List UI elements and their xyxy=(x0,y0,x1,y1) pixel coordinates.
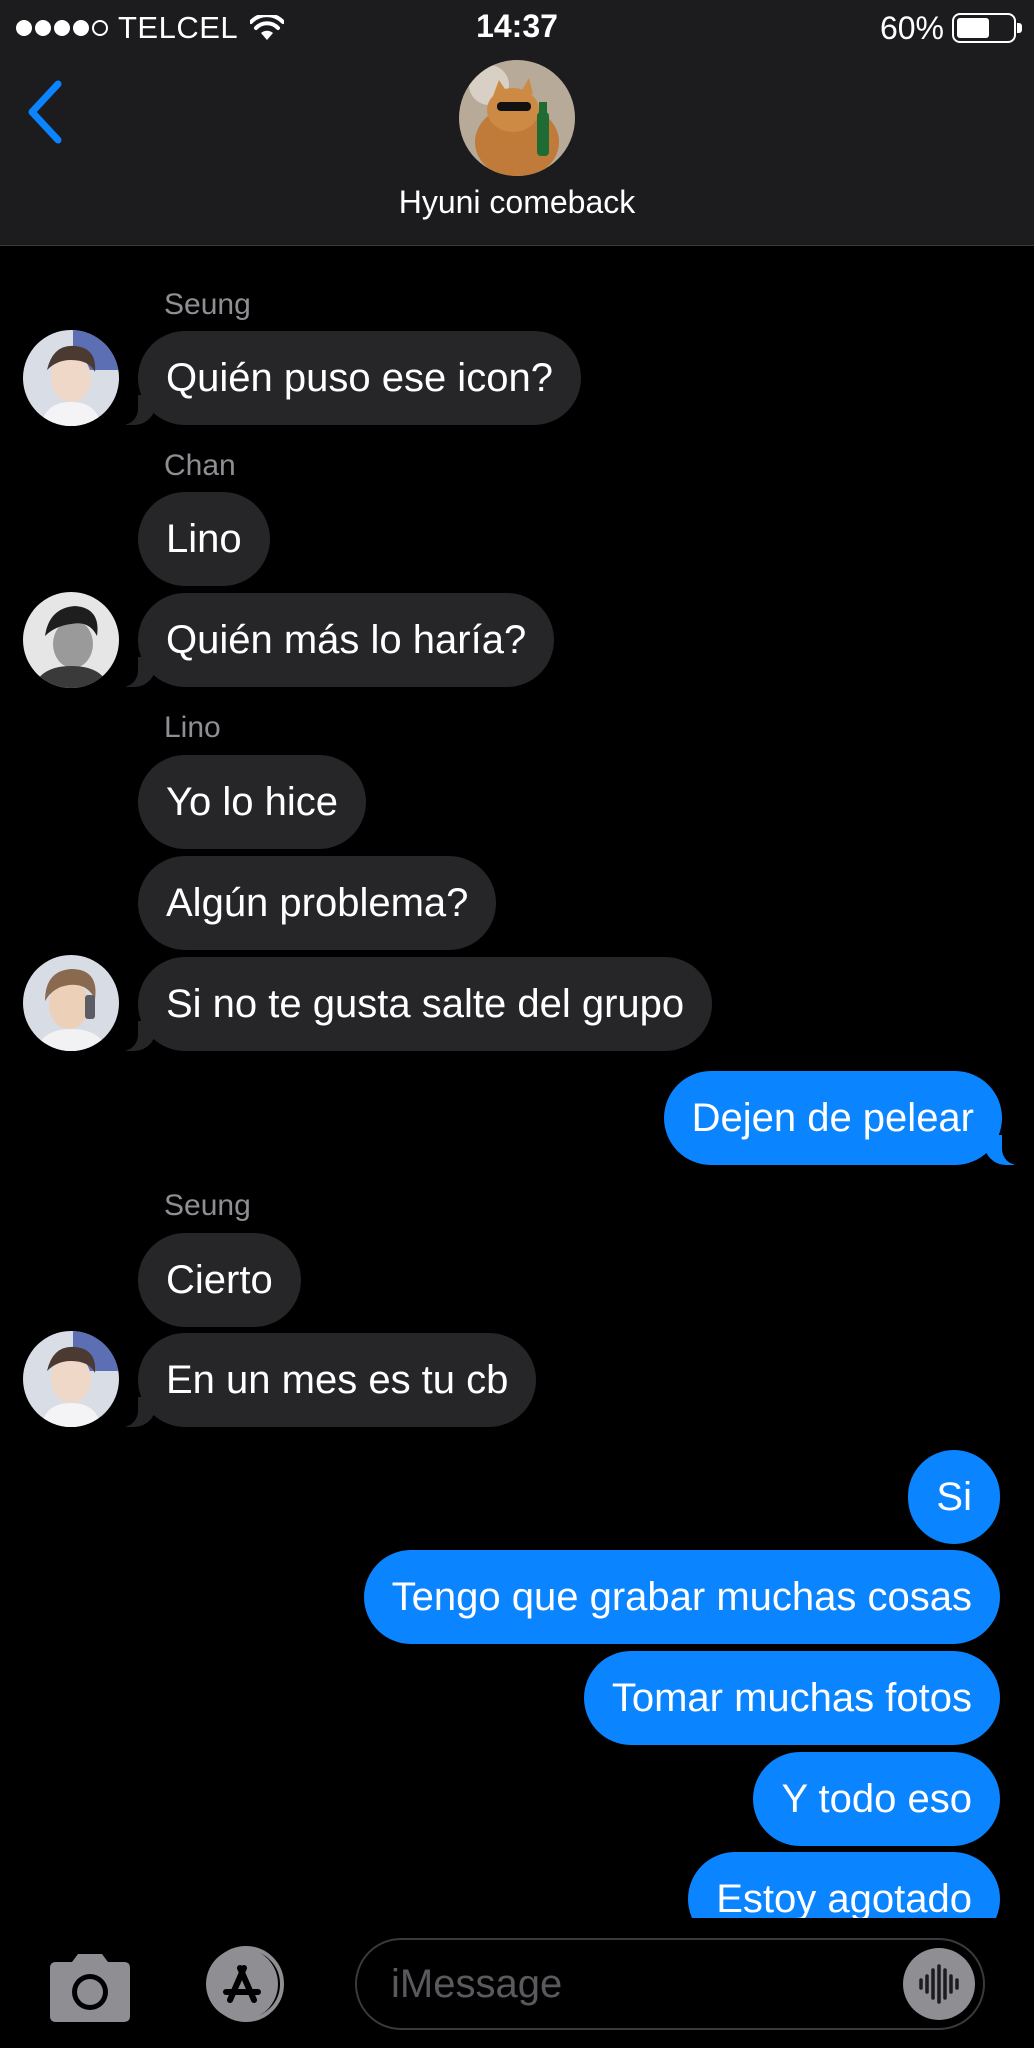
message-text: Tomar muchas fotos xyxy=(611,1676,972,1720)
avatar-lino[interactable] xyxy=(23,955,119,1051)
outgoing-message-bubble[interactable]: Si xyxy=(908,1450,1000,1544)
camera-icon xyxy=(50,1954,130,2022)
avatar-chan[interactable] xyxy=(23,592,119,688)
audio-waveform-icon xyxy=(919,1964,959,2004)
message-text: Quién más lo haría? xyxy=(166,618,527,662)
app-store-icon xyxy=(206,1946,284,2022)
incoming-message-bubble[interactable]: Algún problema? xyxy=(138,856,497,950)
group-name[interactable]: Hyuni comeback xyxy=(0,184,1034,221)
outgoing-message-bubble[interactable]: Dejen de pelear xyxy=(663,1071,1029,1165)
message-text: Tengo que grabar muchas cosas xyxy=(391,1575,972,1619)
camera-button[interactable] xyxy=(44,1952,136,2024)
incoming-message-bubble[interactable]: Yo lo hice xyxy=(138,755,366,849)
group-photo-cat-icon xyxy=(459,60,575,176)
message-text: Estoy agotado xyxy=(716,1877,972,1918)
avatar-seung[interactable] xyxy=(23,1331,119,1427)
incoming-message-bubble[interactable]: Cierto xyxy=(138,1233,301,1327)
battery-percentage: 60% xyxy=(879,9,944,46)
audio-message-button[interactable] xyxy=(903,1948,975,2020)
sender-name: Seung xyxy=(164,288,251,321)
back-button[interactable] xyxy=(18,72,70,152)
message-input-placeholder: iMessage xyxy=(391,1962,563,2006)
message-input[interactable]: iMessage xyxy=(355,1938,985,2030)
outgoing-message-bubble[interactable]: Tengo que grabar muchas cosas xyxy=(363,1550,1000,1644)
outgoing-message-bubble[interactable]: Tomar muchas fotos xyxy=(583,1651,1000,1745)
message-text: Lino xyxy=(166,517,242,561)
person-photo-icon xyxy=(23,330,119,426)
person-photo-icon xyxy=(23,955,119,1051)
group-avatar[interactable] xyxy=(459,60,575,176)
message-text: Quién puso ese icon? xyxy=(166,356,553,400)
incoming-message-bubble[interactable]: Quién puso ese icon? xyxy=(112,331,581,425)
status-bar: TELCEL 14:37 60% xyxy=(0,0,1034,60)
incoming-message-bubble[interactable]: Lino xyxy=(138,492,270,586)
app-store-button[interactable] xyxy=(194,1944,298,2024)
battery-icon xyxy=(952,13,1022,43)
incoming-message-bubble[interactable]: En un mes es tu cb xyxy=(111,1333,537,1427)
sender-name: Seung xyxy=(164,1189,251,1222)
message-text: Si no te gusta salte del grupo xyxy=(166,982,685,1026)
sender-name: Lino xyxy=(164,711,221,744)
person-photo-icon xyxy=(23,592,119,688)
chevron-left-icon xyxy=(28,80,62,144)
conversation-header: Hyuni comeback xyxy=(0,60,1034,246)
message-text: En un mes es tu cb xyxy=(166,1358,509,1402)
message-text: Dejen de pelear xyxy=(691,1096,974,1140)
status-right: 60% xyxy=(879,6,1022,50)
outgoing-message-bubble[interactable]: Estoy agotado xyxy=(688,1852,1000,1918)
composer-bar: iMessage xyxy=(0,1918,1034,2048)
message-text: Algún problema? xyxy=(166,881,469,925)
sender-name: Chan xyxy=(164,449,236,482)
incoming-message-bubble[interactable]: Quién más lo haría? xyxy=(111,593,555,687)
avatar-seung[interactable] xyxy=(23,330,119,426)
person-photo-icon xyxy=(23,1331,119,1427)
message-text: Yo lo hice xyxy=(166,780,338,824)
incoming-message-bubble[interactable]: Si no te gusta salte del grupo xyxy=(111,957,713,1051)
message-text: Y todo eso xyxy=(781,1777,972,1821)
message-text: Cierto xyxy=(166,1258,273,1302)
message-text: Si xyxy=(936,1475,972,1519)
status-time: 14:37 xyxy=(476,8,558,44)
